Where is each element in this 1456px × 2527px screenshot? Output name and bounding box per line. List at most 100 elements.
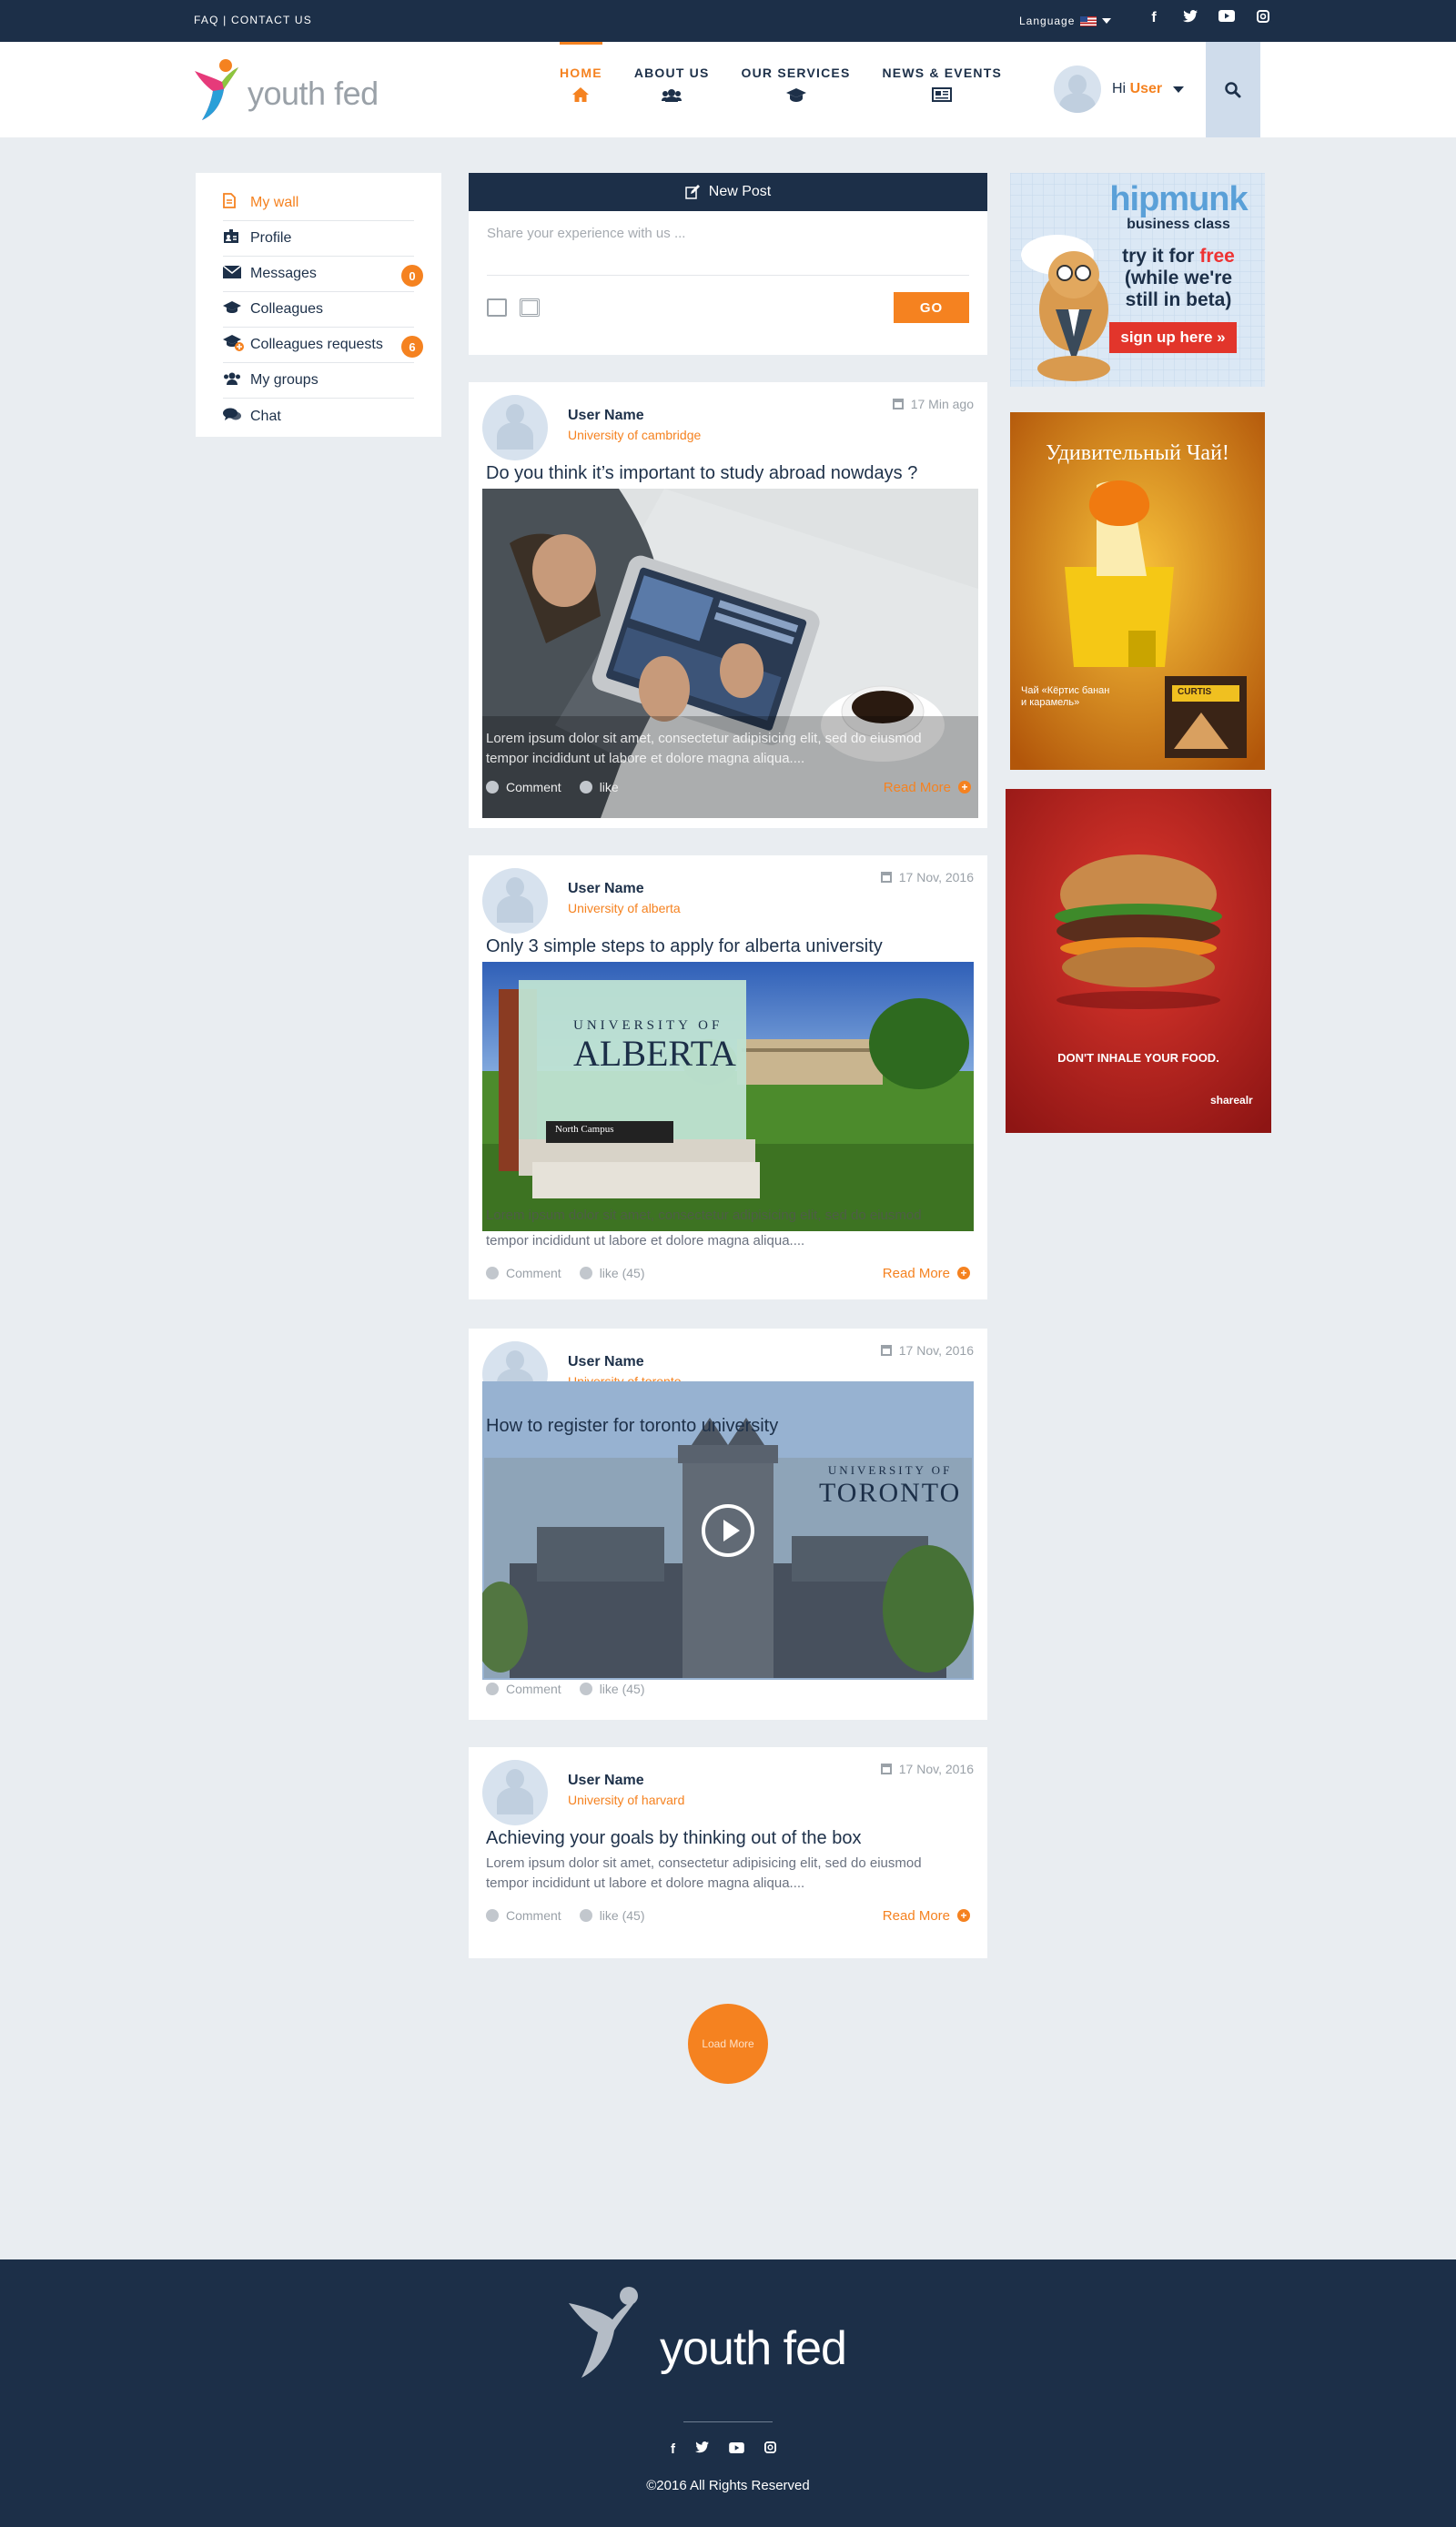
post-card-1: User Name University of cambridge 17 Min… <box>469 382 987 828</box>
video-upload-icon[interactable] <box>520 298 540 317</box>
burger-ad[interactable]: DON'T INHALE YOUR FOOD. sharealr <box>1006 789 1271 1133</box>
post-author-avatar[interactable] <box>482 395 548 460</box>
comment-icon <box>486 781 499 793</box>
post-author-name[interactable]: User Name <box>568 1773 684 1789</box>
like-button[interactable]: like <box>579 780 619 794</box>
post-text-input[interactable]: Share your experience with us ... <box>487 226 969 276</box>
sidebar-item-my-wall[interactable]: My wall <box>223 186 414 221</box>
smile-icon <box>579 1267 592 1279</box>
facebook-icon[interactable]: f <box>1145 10 1163 27</box>
post-author-university[interactable]: University of harvard <box>568 1793 684 1807</box>
nav-services-label: OUR SERVICES <box>741 66 851 80</box>
like-button[interactable]: like (45) <box>579 1908 645 1923</box>
play-icon[interactable] <box>702 1504 754 1557</box>
post-date-text: 17 Min ago <box>910 397 974 411</box>
post-title[interactable]: Do you think it’s important to study abr… <box>486 463 974 484</box>
post-author-name[interactable]: User Name <box>568 1354 682 1370</box>
hipmunk-ad[interactable]: hipmunk business class try it for free (… <box>1010 173 1265 387</box>
comment-label: Comment <box>506 1266 561 1280</box>
image-upload-icon[interactable] <box>487 298 507 317</box>
read-more-link[interactable]: Read More + <box>883 1266 970 1281</box>
instagram-icon[interactable] <box>764 2441 776 2457</box>
nav-home[interactable]: HOME <box>560 42 602 137</box>
nav-news-label: NEWS & EVENTS <box>882 66 1002 80</box>
like-label: like (45) <box>599 1682 645 1696</box>
top-social-links: f <box>1145 10 1272 27</box>
post-excerpt-line-2: tempor incididunt ut labore et dolore ma… <box>486 1875 805 1891</box>
sidebar-item-profile[interactable]: Profile <box>223 221 414 257</box>
like-button[interactable]: like (45) <box>579 1266 644 1280</box>
post-author-avatar[interactable] <box>482 1760 548 1825</box>
alberta-campus-photo <box>482 962 974 1231</box>
sidebar-item-label: Chat <box>250 408 281 424</box>
post-author-avatar[interactable] <box>482 868 548 934</box>
post-author-university[interactable]: University of cambridge <box>568 428 701 442</box>
user-avatar <box>1054 66 1101 113</box>
hipmunk-free: free <box>1199 246 1235 267</box>
post-header: User Name University of harvard 17 Nov, … <box>482 1760 974 1825</box>
post-author-university[interactable]: University of alberta <box>568 901 681 915</box>
comment-button[interactable]: Comment <box>486 1266 561 1280</box>
comment-button[interactable]: Comment <box>486 1908 561 1923</box>
youtube-icon[interactable] <box>729 2441 744 2457</box>
burger-ad-tagline: DON'T INHALE YOUR FOOD. <box>1057 1051 1219 1065</box>
contact-us-link[interactable]: CONTACT US <box>231 14 312 26</box>
hipmunk-signup-button[interactable]: sign up here » <box>1109 322 1237 353</box>
nav-about-us[interactable]: ABOUT US <box>634 42 710 137</box>
calendar-icon <box>880 1764 892 1774</box>
instagram-icon[interactable] <box>1254 10 1272 27</box>
youtube-icon[interactable] <box>1218 10 1236 27</box>
go-button[interactable]: GO <box>894 292 969 323</box>
chat-icon <box>223 408 250 426</box>
faq-link[interactable]: FAQ <box>194 14 219 26</box>
like-label: like (45) <box>599 1908 645 1923</box>
post-author-name[interactable]: User Name <box>568 881 681 897</box>
comment-button[interactable]: Comment <box>486 780 561 794</box>
youthfed-logo[interactable]: youth fed <box>193 58 393 124</box>
sidebar-item-my-groups[interactable]: My groups <box>223 363 414 399</box>
uni-of-text: UNIVERSITY OF <box>827 1463 953 1477</box>
nav-news-events[interactable]: NEWS & EVENTS <box>882 42 1002 137</box>
sidebar-item-colleagues-requests[interactable]: Colleagues requests 6 <box>223 328 423 363</box>
post-title[interactable]: Only 3 simple steps to apply for alberta… <box>486 936 974 957</box>
post-image[interactable]: UNIVERSITY OF ALBERTA North Campus Lorem… <box>482 962 974 1231</box>
like-button[interactable]: like (45) <box>579 1682 645 1696</box>
post-title[interactable]: How to register for toronto university <box>486 1416 778 1437</box>
tea-ad[interactable]: Удивительный Чай! CURTIS Чай «Кёртис бан… <box>1010 412 1265 770</box>
comment-button[interactable]: Comment <box>486 1682 561 1696</box>
graduation-cap-icon <box>223 300 250 318</box>
search-button[interactable] <box>1206 42 1260 137</box>
comment-icon <box>486 1683 499 1695</box>
sidebar-item-messages[interactable]: Messages 0 <box>222 257 423 292</box>
sidebar-item-chat[interactable]: Chat <box>223 399 414 434</box>
twitter-icon[interactable] <box>695 2441 709 2457</box>
post-actions: Comment like (45) Read More + <box>486 1266 970 1281</box>
facebook-icon[interactable]: f <box>671 2441 675 2457</box>
plus-circle-icon: + <box>957 1909 970 1922</box>
hipmunk-line1: try it for <box>1122 246 1195 267</box>
twitter-icon[interactable] <box>1181 10 1199 27</box>
sidebar-item-colleagues[interactable]: Colleagues <box>223 292 414 328</box>
sidebar-menu: My wall Profile Messages 0 Colleagues Co… <box>196 173 441 437</box>
read-more-link[interactable]: Read More + <box>883 1908 970 1924</box>
plus-circle-icon: + <box>958 781 971 793</box>
nav-our-services[interactable]: OUR SERVICES <box>742 42 851 137</box>
read-more-link[interactable]: Read More + <box>884 780 971 795</box>
sidebar-item-label: My wall <box>250 195 299 210</box>
language-selector[interactable]: Language <box>1019 15 1112 27</box>
post-author-name[interactable]: User Name <box>568 408 701 424</box>
envelope-icon <box>222 264 250 283</box>
language-label: Language <box>1019 15 1076 27</box>
alberta-sign-text: UNIVERSITY OF ALBERTA <box>573 1018 736 1075</box>
comment-label: Comment <box>506 780 561 794</box>
load-more-button[interactable]: Load More <box>688 2004 768 2084</box>
top-bar: FAQ | CONTACT US Language f <box>0 0 1456 42</box>
footer-logo[interactable]: youth fed <box>569 2285 896 2387</box>
post-title[interactable]: Achieving your goals by thinking out of … <box>486 1828 974 1849</box>
user-menu[interactable]: Hi User <box>1054 66 1185 113</box>
read-more-label: Read More <box>882 1907 950 1924</box>
document-icon <box>223 193 250 213</box>
post-tools: GO <box>487 292 969 323</box>
footer-logo-mark-icon <box>569 2287 638 2378</box>
post-image[interactable]: Lorem ipsum dolor sit amet, consectetur … <box>482 489 978 818</box>
